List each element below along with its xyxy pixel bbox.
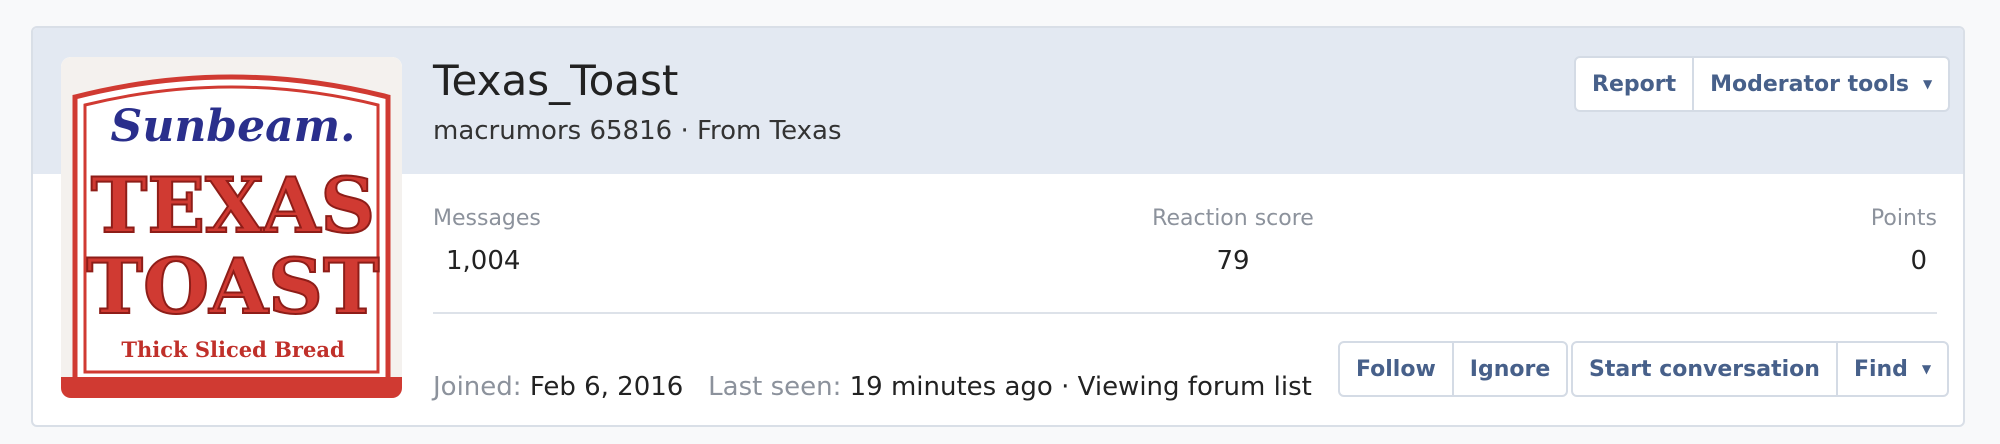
- stat-label-points: Points: [1870, 206, 1937, 231]
- moderator-tools-button[interactable]: Moderator tools ▼: [1692, 58, 1948, 110]
- footer-separator: ·: [1061, 372, 1070, 402]
- subtitle-separator: ·: [680, 116, 689, 146]
- ignore-button[interactable]: Ignore: [1451, 343, 1566, 395]
- member-card: Sunbeam. TEXAS TOAST Thick Sliced Bread …: [31, 26, 1965, 427]
- avatar-brand-text: Sunbeam.: [111, 101, 356, 152]
- avatar-tagline-text: Thick Sliced Bread: [121, 337, 345, 362]
- moderator-tools-label: Moderator tools: [1710, 71, 1909, 97]
- member-location: From Texas: [696, 116, 842, 146]
- conversation-find-buttons: Start conversation Find ▼: [1571, 341, 1950, 397]
- last-seen-value: 19 minutes ago: [849, 372, 1053, 402]
- avatar-line2-text: TOAST: [86, 242, 379, 331]
- stat-label-reaction-score: Reaction score: [1152, 206, 1314, 231]
- stat-value-messages[interactable]: 1,004: [446, 246, 520, 276]
- find-label: Find: [1853, 356, 1908, 382]
- member-username[interactable]: Texas_Toast: [433, 56, 678, 105]
- stat-value-reaction-score[interactable]: 79: [1183, 246, 1283, 276]
- chevron-down-icon: ▼: [1923, 77, 1933, 91]
- stats-divider: [433, 312, 1937, 314]
- follow-ignore-buttons: Follow Ignore: [1338, 341, 1569, 397]
- current-activity[interactable]: Viewing forum list: [1078, 372, 1312, 402]
- joined-value: Feb 6, 2016: [529, 372, 684, 402]
- start-conversation-button[interactable]: Start conversation: [1573, 343, 1836, 395]
- stat-label-messages: Messages: [433, 206, 541, 231]
- member-subtitle: macrumors 65816 · From Texas: [433, 116, 842, 146]
- last-seen-label: Last seen:: [708, 372, 842, 402]
- member-user-title: macrumors 65816: [433, 116, 673, 146]
- follow-button[interactable]: Follow: [1340, 343, 1452, 395]
- stat-value-points[interactable]: 0: [1837, 246, 1927, 276]
- avatar-line1-text: TEXAS: [91, 161, 376, 250]
- header-action-buttons: Report Moderator tools ▼: [1574, 56, 1951, 112]
- find-button[interactable]: Find ▼: [1835, 343, 1947, 395]
- avatar[interactable]: Sunbeam. TEXAS TOAST Thick Sliced Bread: [61, 57, 402, 398]
- avatar-image: Sunbeam. TEXAS TOAST Thick Sliced Bread: [61, 57, 402, 398]
- chevron-down-icon: ▼: [1921, 362, 1932, 376]
- member-footer-info: Joined: Feb 6, 2016 Last seen: 19 minute…: [433, 372, 1312, 402]
- joined-label: Joined:: [433, 372, 522, 402]
- report-button[interactable]: Report: [1576, 58, 1692, 110]
